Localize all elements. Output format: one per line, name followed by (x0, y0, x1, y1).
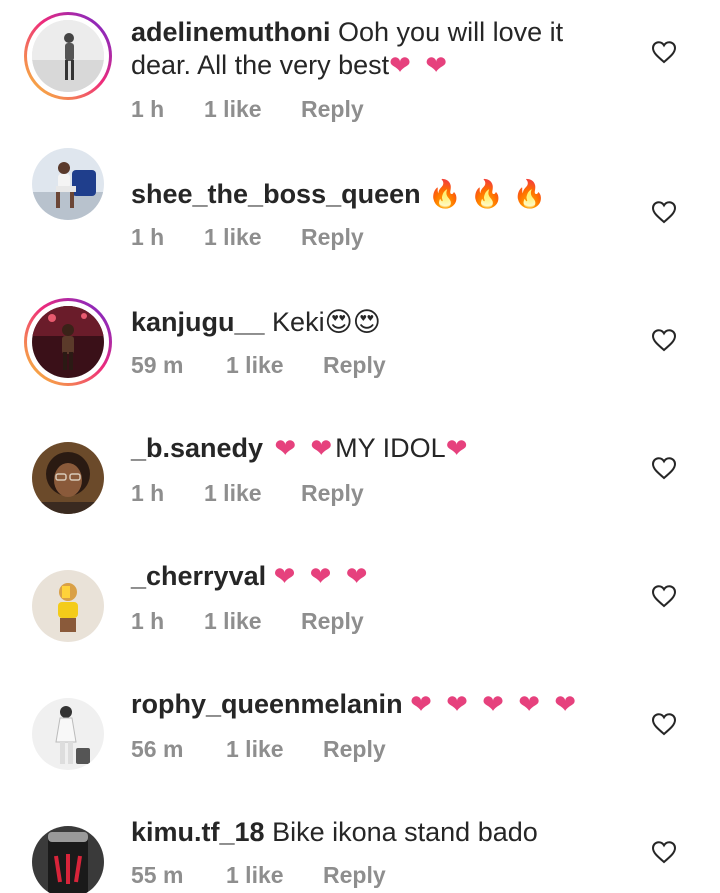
heart-outline-icon[interactable] (651, 712, 677, 736)
avatar[interactable] (32, 698, 104, 770)
comment-time: 56 m (131, 736, 184, 762)
reply-button[interactable]: Reply (301, 224, 364, 251)
comment-time: 1 h (131, 480, 165, 506)
avatar[interactable] (32, 442, 104, 514)
heart-emoji: ❤ ❤ (263, 434, 336, 464)
heart-emoji: ❤ ❤ (389, 51, 450, 81)
comment-meta: 55 m 1 like Reply (131, 862, 386, 889)
comment-likes[interactable]: 1 like (226, 736, 323, 763)
comment-likes[interactable]: 1 like (204, 480, 301, 507)
reply-button[interactable]: Reply (301, 96, 364, 123)
heart-outline-icon[interactable] (651, 40, 677, 64)
heart-outline-icon[interactable] (651, 584, 677, 608)
comment-username[interactable]: _b.sanedy (131, 433, 263, 463)
comment-time: 55 m (131, 862, 184, 888)
avatar[interactable] (32, 148, 104, 220)
comment-body: MY IDOL (335, 433, 446, 463)
comment-text: adelinemuthoni Ooh you will love it dear… (131, 16, 601, 83)
heart-outline-icon[interactable] (651, 840, 677, 864)
heart-emoji: ❤ (445, 434, 471, 464)
comment-item: adelinemuthoni Ooh you will love it dear… (0, 0, 720, 128)
reply-button[interactable]: Reply (301, 480, 364, 507)
heart-emoji: ❤ ❤ ❤ (273, 562, 371, 592)
comment-username[interactable]: kimu.tf_18 (131, 817, 265, 847)
avatar-wrap[interactable] (24, 140, 112, 228)
comment-meta: 56 m 1 like Reply (131, 736, 386, 763)
fire-emoji: 🔥 🔥 🔥 (428, 179, 547, 210)
comment-meta: 59 m 1 like Reply (131, 352, 386, 379)
heart-eyes-emoji: 😍😍 (324, 307, 381, 338)
comment-body: Ooh you will love it (330, 17, 564, 47)
avatar-wrap[interactable] (24, 562, 112, 650)
comment-text: shee_the_boss_queen 🔥 🔥 🔥 (131, 178, 601, 211)
heart-outline-icon[interactable] (651, 456, 677, 480)
comment-body: Bike ikona stand bado (264, 817, 538, 847)
avatar[interactable] (32, 826, 104, 893)
avatar[interactable] (32, 20, 104, 92)
comment-item: _b.sanedy ❤ ❤MY IDOL❤ 1 h 1 like Reply (0, 384, 720, 514)
comment-meta: 1 h 1 like Reply (131, 224, 364, 251)
comment-username[interactable]: _cherryval (131, 561, 266, 591)
comment-item: rophy_queenmelanin ❤ ❤ ❤ ❤ ❤ 56 m 1 like… (0, 640, 720, 770)
heart-outline-icon[interactable] (651, 328, 677, 352)
heart-outline-icon[interactable] (651, 200, 677, 224)
heart-emoji: ❤ ❤ ❤ ❤ ❤ (410, 690, 580, 720)
comment-body-line2: dear. All the very best (131, 50, 390, 80)
comment-time: 59 m (131, 352, 184, 378)
comment-text: rophy_queenmelanin ❤ ❤ ❤ ❤ ❤ (131, 688, 601, 722)
avatar-story-ring[interactable] (24, 298, 112, 386)
comment-meta: 1 h 1 like Reply (131, 480, 364, 507)
avatar-wrap[interactable] (24, 434, 112, 522)
comment-item: kimu.tf_18 Bike ikona stand bado 55 m 1 … (0, 768, 720, 893)
avatar[interactable] (32, 306, 104, 378)
avatar[interactable] (32, 570, 104, 642)
comment-item: shee_the_boss_queen 🔥 🔥 🔥 1 h 1 like Rep… (0, 128, 720, 256)
comment-text: _cherryval ❤ ❤ ❤ (131, 560, 601, 594)
comment-item: _cherryval ❤ ❤ ❤ 1 h 1 like Reply (0, 512, 720, 642)
comment-username[interactable]: shee_the_boss_queen (131, 179, 421, 209)
reply-button[interactable]: Reply (323, 736, 386, 763)
comment-username[interactable]: rophy_queenmelanin (131, 689, 403, 719)
comment-item: kanjugu__ Keki😍😍 59 m 1 like Reply (0, 256, 720, 386)
comment-username[interactable]: adelinemuthoni (131, 17, 331, 47)
comment-username[interactable]: kanjugu__ (131, 307, 265, 337)
reply-button[interactable]: Reply (323, 352, 386, 379)
comment-text: kimu.tf_18 Bike ikona stand bado (131, 816, 601, 849)
comment-likes[interactable]: 1 like (226, 862, 323, 889)
comment-time: 1 h (131, 224, 165, 250)
avatar-wrap[interactable] (24, 818, 112, 893)
comment-meta: 1 h 1 like Reply (131, 608, 364, 635)
avatar-wrap[interactable] (24, 690, 112, 778)
comment-meta: 1 h 1 like Reply (131, 96, 364, 123)
comment-time: 1 h (131, 96, 165, 122)
comment-time: 1 h (131, 608, 165, 634)
comment-likes[interactable]: 1 like (226, 352, 323, 379)
comment-likes[interactable]: 1 like (204, 224, 301, 251)
reply-button[interactable]: Reply (301, 608, 364, 635)
avatar-story-ring[interactable] (24, 12, 112, 100)
comment-likes[interactable]: 1 like (204, 608, 301, 635)
comment-text: _b.sanedy ❤ ❤MY IDOL❤ (131, 432, 601, 466)
comment-body: Keki (264, 307, 325, 337)
comment-text: kanjugu__ Keki😍😍 (131, 306, 601, 339)
comment-likes[interactable]: 1 like (204, 96, 301, 123)
reply-button[interactable]: Reply (323, 862, 386, 889)
